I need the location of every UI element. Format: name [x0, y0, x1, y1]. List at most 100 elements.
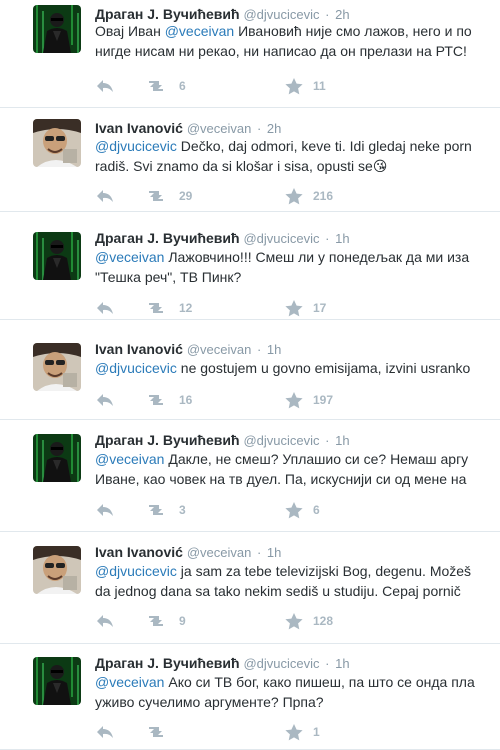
- avatar[interactable]: [33, 119, 81, 167]
- tweet[interactable]: Ivan Ivanović @veceivan · 2h @djvucicevic…: [0, 108, 500, 212]
- tweet-text: @djvucicevic ja sam za tebe televizijski…: [95, 561, 500, 601]
- username-handle[interactable]: @djvucicevic: [243, 231, 319, 246]
- username-handle[interactable]: @djvucicevic: [243, 656, 319, 671]
- favorite-button[interactable]: 216: [285, 187, 333, 205]
- timestamp[interactable]: 2h: [267, 121, 281, 136]
- display-name[interactable]: Драган J. Вучићевић: [95, 6, 240, 22]
- timestamp[interactable]: 2h: [335, 7, 349, 22]
- tweet[interactable]: Драган J. Вучићевић @djvucicevic · 1h @ve…: [0, 212, 500, 320]
- timestamp[interactable]: 1h: [335, 656, 349, 671]
- separator-dot: ·: [321, 7, 334, 22]
- retweet-icon: [145, 502, 167, 518]
- tweet[interactable]: Ivan Ivanović @veceivan · 1h @djvucicevic…: [0, 320, 500, 420]
- retweet-button[interactable]: 6: [145, 78, 285, 94]
- mention-link[interactable]: @djvucicevic: [95, 138, 177, 154]
- retweet-icon: [145, 613, 167, 629]
- display-name[interactable]: Ivan Ivanović: [95, 544, 183, 560]
- timestamp[interactable]: 1h: [335, 433, 349, 448]
- favorite-button[interactable]: 6: [285, 501, 320, 519]
- tweet-text: Овај Иван @veceivan Ивановић није смо ла…: [95, 21, 500, 61]
- display-name[interactable]: Ivan Ivanović: [95, 341, 183, 357]
- avatar[interactable]: [33, 343, 81, 391]
- tweet-actions: 1: [95, 722, 320, 742]
- avatar[interactable]: [33, 434, 81, 482]
- reply-button[interactable]: [95, 78, 145, 94]
- tweet-text-line: нигде нисам ни рекао, ни написао да он п…: [95, 43, 467, 59]
- username-handle[interactable]: @veceivan: [187, 342, 252, 357]
- tweet-text: @veceivan Лажовчино!!! Смеш ли у понедељ…: [95, 247, 500, 287]
- tweet[interactable]: Драган J. Вучићевић @djvucicevic · 2h Ова…: [0, 0, 500, 108]
- retweet-button[interactable]: 16: [145, 392, 285, 408]
- mention-link[interactable]: @veceivan: [95, 674, 164, 690]
- mention-link[interactable]: @veceivan: [165, 23, 234, 39]
- retweet-button[interactable]: 29: [145, 188, 285, 204]
- tweet[interactable]: Ivan Ivanović @veceivan · 1h @djvucicevic…: [0, 532, 500, 644]
- favorite-button[interactable]: 1: [285, 723, 320, 741]
- tweet-text-line: Иване, као човек на тв дуел. Па, искусни…: [95, 471, 467, 487]
- retweet-button[interactable]: 3: [145, 502, 285, 518]
- favorite-button[interactable]: 17: [285, 299, 326, 317]
- reply-button[interactable]: [95, 188, 145, 204]
- reply-button[interactable]: [95, 300, 145, 316]
- tweet-text-line: ja sam za tebe televizijski Bog, degenu.…: [176, 563, 472, 579]
- username-handle[interactable]: @djvucicevic: [243, 7, 319, 22]
- tweet-text-line: Овај Иван: [95, 23, 165, 39]
- avatar[interactable]: [33, 657, 81, 705]
- mention-link[interactable]: @veceivan: [95, 249, 164, 265]
- timestamp[interactable]: 1h: [267, 545, 281, 560]
- separator-dot: ·: [253, 545, 265, 560]
- reply-icon: [95, 613, 115, 629]
- tweet-text-line: Dečko, daj odmori, keve ti. Idi gledaj n…: [176, 138, 472, 154]
- reply-button[interactable]: [95, 724, 145, 740]
- timestamp[interactable]: 1h: [335, 231, 349, 246]
- retweet-icon: [145, 724, 167, 740]
- favorite-count: 197: [313, 393, 334, 407]
- favorite-count: 1: [313, 725, 320, 739]
- favorite-button[interactable]: 11: [285, 77, 326, 95]
- tweet-text: @djvucicevic Dečko, daj odmori, keve ti.…: [95, 136, 500, 176]
- tweet-actions: 6 11: [95, 76, 326, 96]
- tweet-text: @djvucicevic ne gostujem u govno emisija…: [95, 358, 500, 378]
- tweet-text-line: da jednog dana sa tako nekim sediš u stu…: [95, 583, 461, 599]
- reply-button[interactable]: [95, 613, 145, 629]
- favorite-button[interactable]: 128: [285, 612, 333, 630]
- display-name[interactable]: Драган J. Вучићевић: [95, 432, 240, 448]
- tweet-timeline: Драган J. Вучићевић @djvucicevic · 2h Ова…: [0, 0, 500, 750]
- mention-link[interactable]: @veceivan: [95, 451, 164, 467]
- favorite-button[interactable]: 197: [285, 391, 334, 409]
- reply-icon: [95, 392, 115, 408]
- mention-link[interactable]: @djvucicevic: [95, 360, 177, 376]
- tweet-header: Драган J. Вучићевић @djvucicevic · 1h: [95, 229, 350, 248]
- favorite-star-icon: [285, 77, 303, 95]
- reply-button[interactable]: [95, 392, 145, 408]
- tweet-header: Драган J. Вучићевић @djvucicevic · 1h: [95, 654, 350, 673]
- display-name[interactable]: Драган J. Вучићевић: [95, 230, 240, 246]
- reply-icon: [95, 78, 115, 94]
- retweet-icon: [145, 300, 167, 316]
- mention-link[interactable]: @djvucicevic: [95, 563, 177, 579]
- retweet-count: 16: [179, 393, 193, 407]
- separator-dot: ·: [321, 433, 334, 448]
- reply-icon: [95, 188, 115, 204]
- avatar[interactable]: [33, 5, 81, 53]
- retweet-button[interactable]: 12: [145, 300, 285, 316]
- reply-icon: [95, 300, 115, 316]
- tweet-text-line: "Тешка реч", ТВ Пинк?: [95, 269, 242, 285]
- tweet[interactable]: Драган J. Вучићевић @djvucicevic · 1h @ve…: [0, 420, 500, 532]
- tweet-actions: 16 197: [95, 390, 333, 410]
- avatar[interactable]: [33, 232, 81, 280]
- username-handle[interactable]: @veceivan: [187, 545, 252, 560]
- retweet-icon: [145, 392, 167, 408]
- tweet[interactable]: Драган J. Вучићевић @djvucicevic · 1h @ve…: [0, 644, 500, 750]
- username-handle[interactable]: @veceivan: [187, 121, 252, 136]
- timestamp[interactable]: 1h: [267, 342, 281, 357]
- avatar[interactable]: [33, 546, 81, 594]
- display-name[interactable]: Драган J. Вучићевић: [95, 655, 240, 671]
- username-handle[interactable]: @djvucicevic: [243, 433, 319, 448]
- retweet-button[interactable]: [145, 724, 285, 740]
- retweet-button[interactable]: 9: [145, 613, 285, 629]
- tweet-header: Драган J. Вучићевић @djvucicevic · 1h: [95, 431, 350, 450]
- tweet-actions: 9 128: [95, 611, 333, 631]
- display-name[interactable]: Ivan Ivanović: [95, 120, 183, 136]
- reply-button[interactable]: [95, 502, 145, 518]
